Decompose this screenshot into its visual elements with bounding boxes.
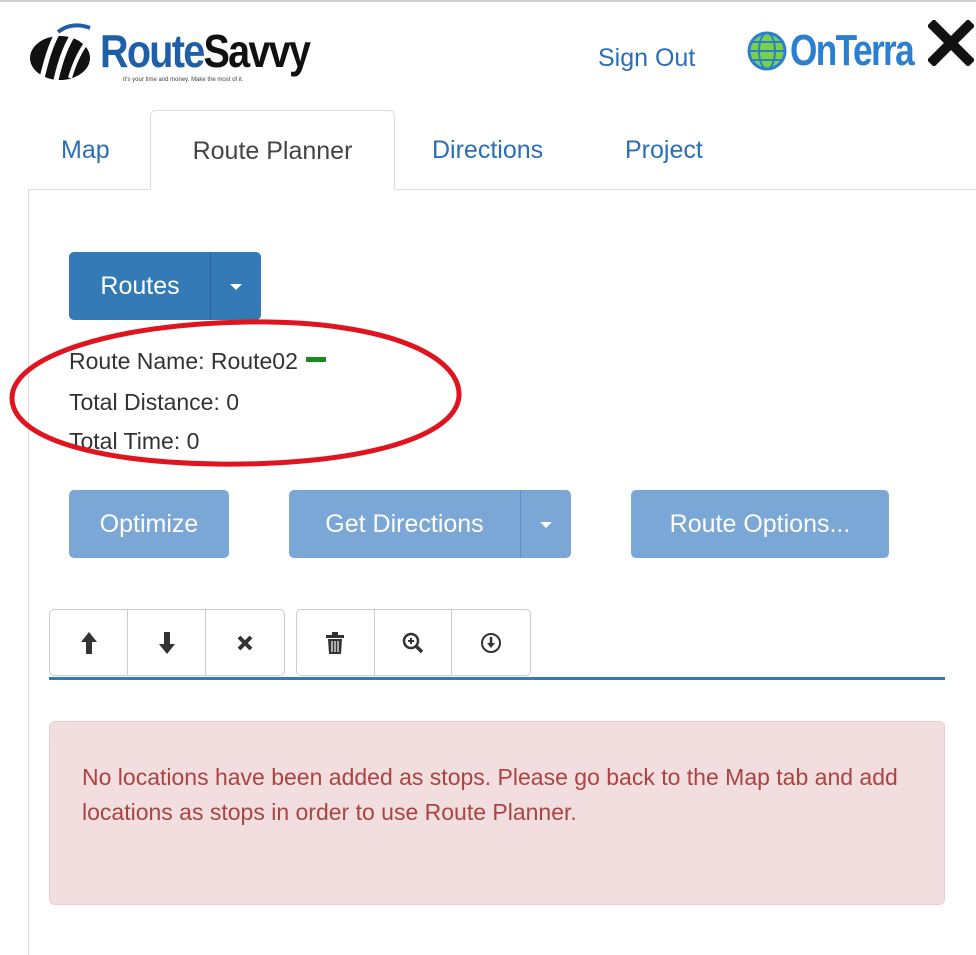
top-border (0, 0, 976, 2)
arrow-down-icon (158, 631, 175, 654)
move-up-button[interactable] (50, 610, 128, 675)
get-directions-dropdown-toggle[interactable] (520, 490, 571, 558)
tab-route-planner[interactable]: Route Planner (150, 110, 395, 190)
download-icon (481, 632, 502, 653)
toolbar-divider (49, 677, 945, 680)
sign-out-link[interactable]: Sign Out (598, 44, 695, 73)
routes-dropdown-toggle[interactable] (210, 252, 261, 320)
get-directions-button[interactable]: Get Directions (289, 490, 520, 558)
trash-icon (326, 631, 345, 654)
routesavvy-logo: RouteSavvy It's your time and money. Mak… (28, 22, 328, 102)
stop-order-toolbar (49, 609, 285, 676)
route-options-button[interactable]: Route Options... (631, 490, 889, 558)
tab-project[interactable]: Project (625, 110, 725, 190)
stop-actions-toolbar (296, 609, 531, 676)
close-icon[interactable] (928, 20, 974, 66)
remove-stop-button[interactable] (206, 610, 284, 675)
logo-tagline: It's your time and money. Make the most … (123, 77, 244, 83)
move-down-button[interactable] (128, 610, 206, 675)
download-button[interactable] (452, 610, 530, 675)
caret-down-icon (540, 522, 552, 528)
onterra-wordmark: OnTerra (790, 26, 915, 75)
delete-button[interactable] (297, 610, 375, 675)
logo-savvy-text: Savvy (203, 25, 311, 77)
routes-button[interactable]: Routes (69, 252, 211, 320)
logo-route-text: Route (100, 25, 205, 77)
zoom-in-icon (402, 632, 424, 653)
tab-map[interactable]: Map (61, 110, 121, 190)
panel-border (28, 189, 29, 955)
globe-icon (747, 31, 787, 71)
routesavvy-swoosh-icon (30, 23, 92, 81)
logo-wordmark: RouteSavvy (100, 22, 311, 80)
annotation-ellipse (9, 319, 462, 467)
tab-directions[interactable]: Directions (432, 110, 572, 190)
caret-down-icon (230, 284, 242, 290)
arrow-up-icon (80, 631, 97, 654)
zoom-to-button[interactable] (375, 610, 453, 675)
optimize-button[interactable]: Optimize (69, 490, 229, 558)
no-stops-alert: No locations have been added as stops. P… (49, 721, 945, 905)
remove-icon (237, 635, 253, 650)
